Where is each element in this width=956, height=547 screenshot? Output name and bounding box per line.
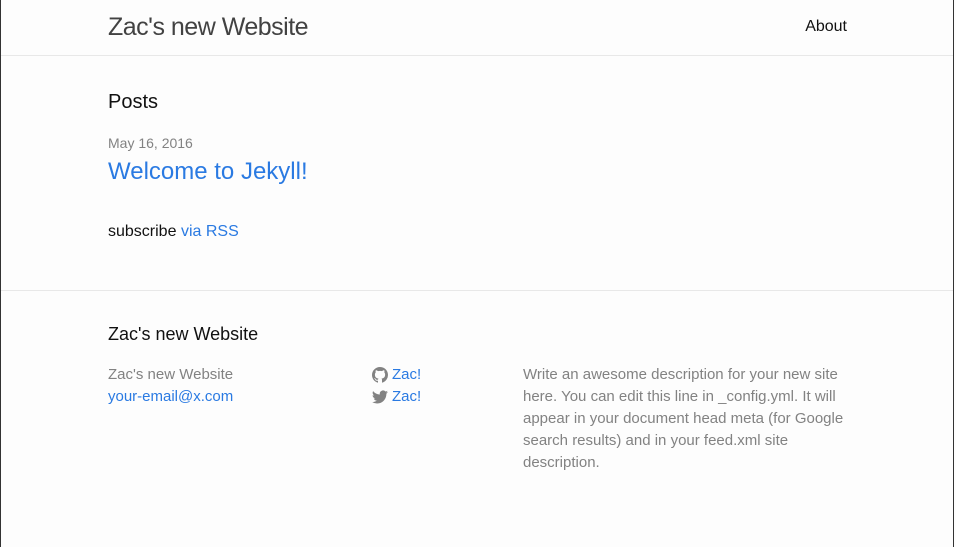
twitter-icon [372, 390, 388, 404]
twitter-link[interactable]: Zac! [392, 386, 421, 408]
footer-social: Zac! Zac! [372, 364, 421, 408]
post-date: May 16, 2016 [108, 135, 193, 151]
nav-about-link[interactable]: About [805, 17, 847, 37]
rss-link[interactable]: via RSS [181, 223, 239, 240]
footer-contact: Zac's new Website your-email@x.com [108, 364, 233, 408]
site-footer: Zac's new Website Zac's new Website your… [1, 290, 953, 547]
page: Zac's new Website About Posts May 16, 20… [0, 0, 954, 547]
twitter-row[interactable]: Zac! [372, 386, 421, 408]
footer-email-link[interactable]: your-email@x.com [108, 388, 233, 405]
footer-description: Write an awesome description for your ne… [523, 364, 849, 474]
site-header: Zac's new Website About [1, 0, 953, 56]
github-icon [372, 367, 388, 383]
rss-subscribe: subscribe via RSS [108, 222, 239, 242]
footer-heading: Zac's new Website [108, 324, 259, 344]
page-heading: Posts [108, 91, 159, 113]
site-title-link[interactable]: Zac's new Website [108, 12, 309, 42]
github-link[interactable]: Zac! [392, 364, 421, 386]
github-row[interactable]: Zac! [372, 364, 421, 386]
post-title-link[interactable]: Welcome to Jekyll! [108, 157, 308, 187]
footer-site-name: Zac's new Website [108, 366, 234, 383]
site-description: Write an awesome description for your ne… [523, 366, 844, 471]
rss-prefix: subscribe [108, 223, 177, 240]
